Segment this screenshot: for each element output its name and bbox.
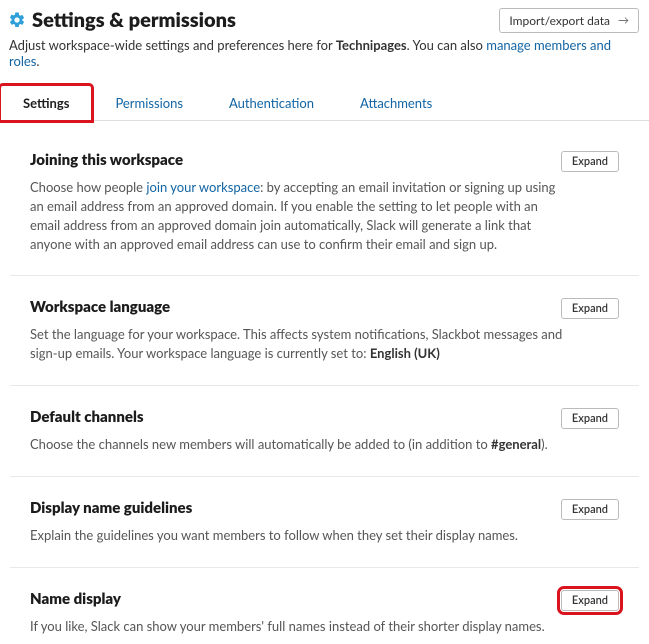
tabs: Settings Permissions Authentication Atta… xyxy=(0,85,649,121)
section-desc: If you like, Slack can show your members… xyxy=(30,617,570,636)
tab-settings[interactable]: Settings xyxy=(0,85,92,121)
subhead-text: Adjust workspace-wide settings and prefe… xyxy=(0,35,649,79)
current-language: English (UK) xyxy=(370,345,440,361)
section-title: Joining this workspace xyxy=(30,151,183,169)
section-title: Workspace language xyxy=(30,298,170,316)
expand-button[interactable]: Expand xyxy=(561,590,619,611)
section-title: Name display xyxy=(30,590,121,608)
workspace-name: Technipages xyxy=(336,37,407,53)
section-language: Workspace language Expand Set the langua… xyxy=(10,276,639,386)
tab-permissions[interactable]: Permissions xyxy=(92,85,206,121)
section-desc: Explain the guidelines you want members … xyxy=(30,526,570,545)
gear-icon xyxy=(8,11,26,29)
expand-button[interactable]: Expand xyxy=(561,499,619,520)
section-title: Default channels xyxy=(30,408,144,426)
join-workspace-link[interactable]: join your workspace xyxy=(146,179,260,195)
expand-button[interactable]: Expand xyxy=(561,151,619,172)
import-export-button[interactable]: Import/export data → xyxy=(499,8,639,33)
expand-button[interactable]: Expand xyxy=(561,408,619,429)
general-channel: #general xyxy=(491,436,541,452)
arrow-right-icon: → xyxy=(618,14,629,27)
section-desc: Choose the channels new members will aut… xyxy=(30,435,570,454)
section-name-display: Name display Expand If you like, Slack c… xyxy=(10,568,639,644)
section-display-name: Display name guidelines Expand Explain t… xyxy=(10,477,639,568)
tab-attachments[interactable]: Attachments xyxy=(337,85,455,121)
import-export-label: Import/export data xyxy=(509,13,610,28)
section-joining: Joining this workspace Expand Choose how… xyxy=(10,121,639,276)
section-default-channels: Default channels Expand Choose the chann… xyxy=(10,386,639,477)
page-title: Settings & permissions xyxy=(32,8,236,32)
expand-button[interactable]: Expand xyxy=(561,298,619,319)
tab-authentication[interactable]: Authentication xyxy=(206,85,337,121)
section-desc: Set the language for your workspace. Thi… xyxy=(30,325,570,363)
section-desc: Choose how people join your workspace: b… xyxy=(30,178,570,253)
section-title: Display name guidelines xyxy=(30,499,192,517)
